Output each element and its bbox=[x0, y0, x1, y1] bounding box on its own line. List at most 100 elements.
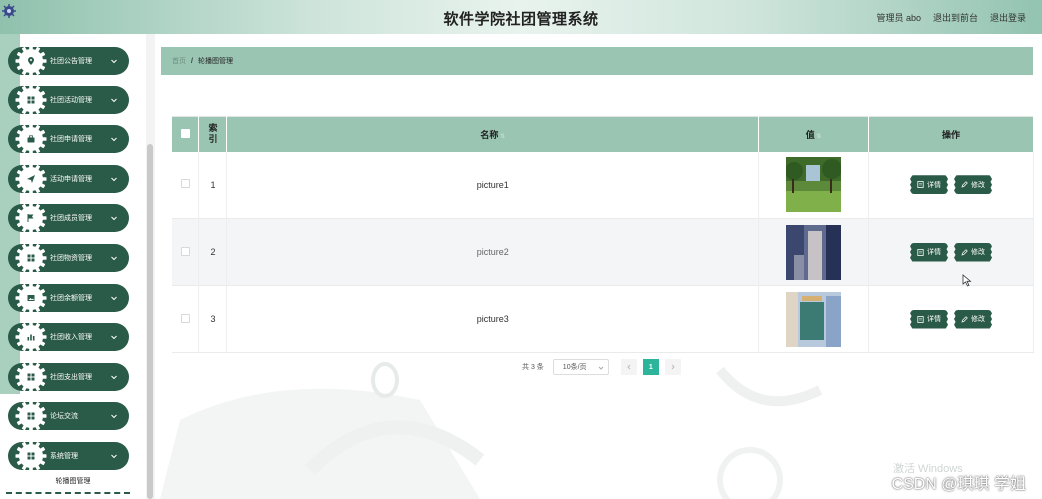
chevron-right-icon bbox=[671, 364, 675, 370]
sidebar-item-label: 社团公告管理 bbox=[50, 58, 92, 65]
gear-icon bbox=[15, 163, 47, 195]
chevron-down-icon bbox=[598, 366, 604, 370]
gear-icon bbox=[15, 84, 47, 116]
csdn-watermark: CSDN @琪琪 学姐 bbox=[891, 476, 1026, 493]
page-size-value: 10条/页 bbox=[562, 364, 587, 371]
sidebar-item[interactable]: 社团收入管理 bbox=[8, 321, 129, 353]
breadcrumb-home[interactable]: 首页 bbox=[172, 56, 186, 66]
detail-button-label: 详情 bbox=[927, 181, 942, 189]
row-select-cell bbox=[172, 285, 200, 353]
image-icon bbox=[27, 295, 35, 301]
row-checkbox[interactable] bbox=[180, 313, 190, 323]
row-select-cell bbox=[172, 218, 200, 286]
breadcrumb: 首页 / 轮播图管理 bbox=[161, 47, 1033, 75]
page-number-button[interactable]: 1 bbox=[642, 359, 659, 375]
sidebar-item[interactable]: 社团支出管理 bbox=[8, 361, 129, 393]
row-select-cell bbox=[172, 151, 200, 219]
logout-link[interactable]: 退出登录 bbox=[990, 11, 1026, 24]
chevron-down-icon bbox=[111, 335, 117, 340]
detail-button-label: 详情 bbox=[927, 249, 942, 256]
sidebar-item[interactable]: 社团物资管理 bbox=[8, 242, 129, 274]
page-size-select[interactable]: 10条/页 bbox=[552, 359, 609, 375]
pagination-total: 共 3 条 bbox=[522, 364, 544, 371]
gear-icon bbox=[15, 400, 47, 432]
next-page-button[interactable] bbox=[664, 359, 681, 375]
row-actions-cell: 详情 修改 bbox=[868, 151, 1034, 219]
column-header-value-label: 值 bbox=[805, 129, 815, 140]
sidebar-item[interactable]: 活动申请管理 bbox=[8, 163, 129, 195]
top-header: 软件学院社团管理系统 管理员 abo 退出到前台 退出登录 bbox=[0, 0, 1042, 34]
gear-icon bbox=[15, 202, 47, 234]
sidebar-item[interactable]: 社团余额管理 bbox=[8, 282, 129, 314]
sidebar-item[interactable]: 社团成员管理 bbox=[8, 202, 129, 234]
edit-icon bbox=[961, 181, 968, 188]
row-name: picture2 bbox=[226, 218, 760, 286]
sidebar-item-label: 活动申请管理 bbox=[50, 176, 92, 183]
row-checkbox[interactable] bbox=[180, 179, 190, 189]
gear-icon bbox=[15, 361, 47, 393]
gear-icon bbox=[15, 282, 47, 314]
sidebar-item-label: 社团余额管理 bbox=[50, 295, 92, 302]
header-links: 管理员 abo 退出到前台 退出登录 bbox=[876, 11, 1026, 24]
sidebar-item-label: 论坛交流 bbox=[50, 413, 78, 420]
sidebar-scrollbar-thumb[interactable] bbox=[147, 144, 153, 499]
thumbnail-image[interactable] bbox=[786, 157, 842, 213]
sidebar-item-label: 社团成员管理 bbox=[50, 215, 92, 222]
edit-button[interactable]: 修改 bbox=[954, 242, 993, 262]
sidebar-item[interactable]: 论坛交流 bbox=[8, 400, 129, 432]
detail-button[interactable]: 详情 bbox=[910, 309, 949, 329]
column-header-value[interactable]: 值 ⇅ bbox=[758, 116, 870, 152]
exit-to-front-link[interactable]: 退出到前台 bbox=[933, 11, 978, 24]
row-actions-cell: 详情 修改 bbox=[868, 285, 1034, 353]
column-header-index[interactable]: 索引 bbox=[198, 116, 228, 152]
breadcrumb-current: 轮播图管理 bbox=[197, 58, 233, 65]
sidebar-item[interactable]: 社团活动管理 bbox=[8, 84, 129, 116]
chevron-down-icon bbox=[111, 414, 117, 419]
submenu-item-carousel[interactable]: 轮播图管理 bbox=[0, 476, 146, 486]
document-icon bbox=[917, 248, 924, 256]
detail-button[interactable]: 详情 bbox=[910, 175, 949, 195]
chevron-down-icon bbox=[111, 137, 117, 142]
table-row: 3 picture3 详情 修改 bbox=[172, 285, 1034, 353]
thumbnail-image[interactable] bbox=[786, 291, 842, 347]
edit-button[interactable]: 修改 bbox=[954, 175, 993, 195]
row-name: picture1 bbox=[226, 151, 760, 219]
select-all-checkbox[interactable] bbox=[180, 128, 190, 138]
column-header-name[interactable]: 名称 ⇅ bbox=[226, 116, 760, 152]
row-checkbox[interactable] bbox=[180, 246, 190, 256]
column-header-actions: 操作 bbox=[868, 116, 1034, 152]
chevron-left-icon bbox=[627, 364, 631, 370]
edit-button-label: 修改 bbox=[971, 181, 986, 189]
sidebar-item-label: 社团收入管理 bbox=[50, 334, 92, 341]
select-all-header bbox=[172, 116, 200, 152]
edit-button[interactable]: 修改 bbox=[954, 309, 993, 329]
chevron-down-icon bbox=[111, 454, 117, 459]
sidebar-item-label: 社团物资管理 bbox=[50, 255, 92, 262]
gear-icon bbox=[15, 321, 47, 353]
thumbnail-image[interactable] bbox=[786, 224, 842, 280]
row-value-cell bbox=[758, 285, 870, 353]
sidebar-item-label: 社团支出管理 bbox=[50, 374, 92, 381]
mouse-cursor-icon bbox=[962, 274, 972, 287]
prev-page-button[interactable] bbox=[620, 359, 637, 375]
chevron-down-icon bbox=[111, 59, 117, 64]
sort-icon: ⇅ bbox=[814, 133, 822, 140]
detail-button[interactable]: 详情 bbox=[910, 242, 949, 262]
breadcrumb-separator: / bbox=[191, 57, 193, 65]
row-name: picture3 bbox=[226, 285, 760, 353]
row-index: 1 bbox=[198, 151, 228, 219]
edit-button-label: 修改 bbox=[971, 316, 986, 323]
chevron-down-icon bbox=[111, 98, 117, 103]
edit-icon bbox=[961, 248, 968, 256]
table-row: 2 picture2 详情 修改 bbox=[172, 218, 1034, 286]
row-value-cell bbox=[758, 218, 870, 286]
detail-button-label: 详情 bbox=[927, 316, 942, 323]
admin-user-label[interactable]: 管理员 abo bbox=[876, 11, 921, 24]
carousel-table: 索引 名称 ⇅ 值 ⇅ 操作 1 picture1 详情 修改 2 picture2 bbox=[172, 116, 1034, 353]
sort-icon: ⇅ bbox=[498, 133, 506, 140]
table-row: 1 picture1 详情 修改 bbox=[172, 151, 1034, 219]
sidebar-item[interactable]: 系统管理 bbox=[8, 440, 129, 472]
sidebar-item[interactable]: 社团公告管理 bbox=[8, 45, 129, 77]
row-value-cell bbox=[758, 151, 870, 219]
sidebar-item[interactable]: 社团申请管理 bbox=[8, 123, 129, 155]
